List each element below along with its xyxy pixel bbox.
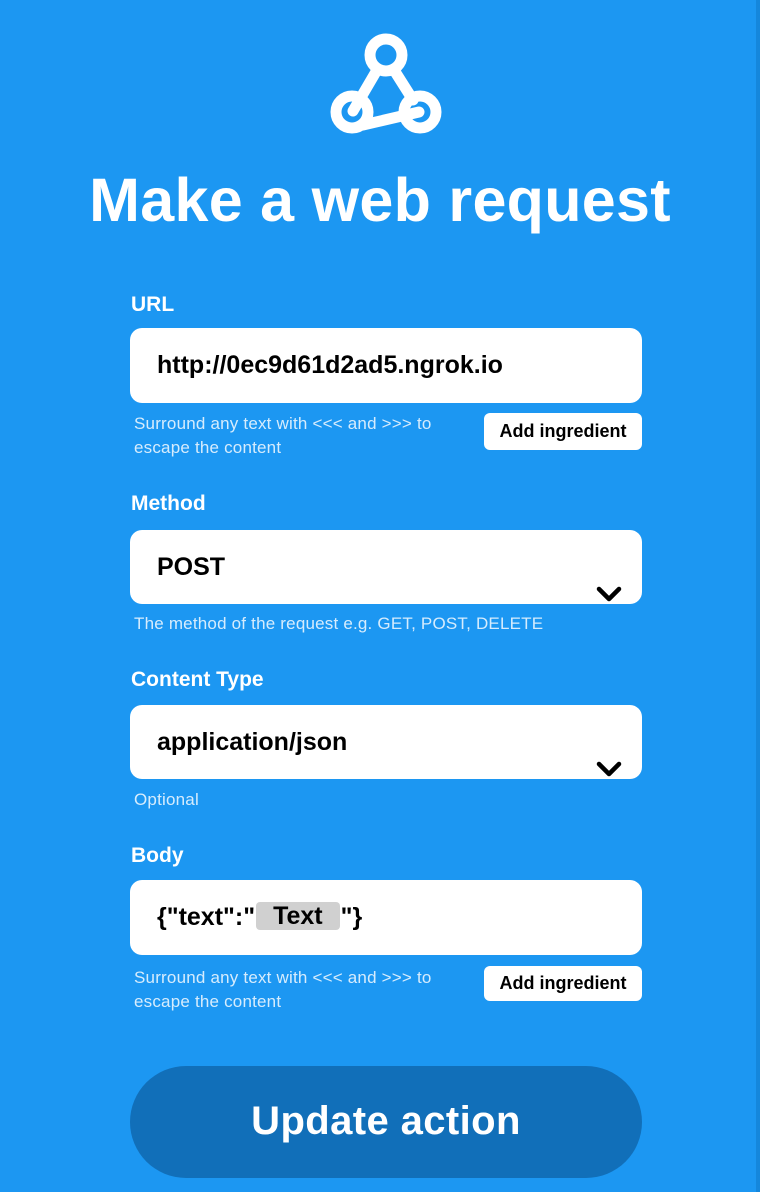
url-hint-line2: escape the content bbox=[134, 438, 282, 457]
content-type-hint: Optional bbox=[134, 790, 199, 809]
update-action-button[interactable]: Update action bbox=[130, 1066, 642, 1178]
body-value-prefix: {"text":" bbox=[157, 903, 256, 931]
body-hint: Surround any text with <<< and >>> to es… bbox=[134, 966, 432, 1014]
url-value: http://0ec9d61d2ad5.ngrok.io bbox=[157, 351, 503, 379]
url-input[interactable]: http://0ec9d61d2ad5.ngrok.io bbox=[130, 328, 642, 403]
url-hint-line1: Surround any text with <<< and >>> to bbox=[134, 414, 432, 433]
body-input[interactable]: {"text":" Text "} bbox=[130, 880, 642, 955]
body-hint-line1: Surround any text with <<< and >>> to bbox=[134, 968, 432, 987]
url-label: URL bbox=[131, 293, 175, 316]
method-label: Method bbox=[131, 492, 206, 515]
content-type-select[interactable]: application/json bbox=[130, 705, 642, 779]
url-hint: Surround any text with <<< and >>> to es… bbox=[134, 412, 432, 460]
body-add-ingredient-button[interactable]: Add ingredient bbox=[484, 966, 642, 1001]
chevron-down-icon bbox=[596, 733, 622, 777]
chevron-down-icon bbox=[596, 558, 622, 602]
url-add-ingredient-button[interactable]: Add ingredient bbox=[484, 413, 642, 450]
content-type-selected-value: application/json bbox=[157, 728, 348, 756]
method-selected-value: POST bbox=[157, 553, 226, 581]
content-type-label: Content Type bbox=[131, 668, 264, 691]
body-value-suffix: "} bbox=[340, 903, 363, 931]
method-hint: The method of the request e.g. GET, POST… bbox=[134, 614, 544, 633]
body-label: Body bbox=[131, 844, 184, 867]
webhooks-icon bbox=[325, 28, 447, 140]
page-title: Make a web request bbox=[89, 166, 671, 234]
body-ingredient-pill[interactable]: Text bbox=[256, 902, 340, 931]
method-select[interactable]: POST bbox=[130, 530, 642, 604]
body-hint-line2: escape the content bbox=[134, 992, 282, 1011]
